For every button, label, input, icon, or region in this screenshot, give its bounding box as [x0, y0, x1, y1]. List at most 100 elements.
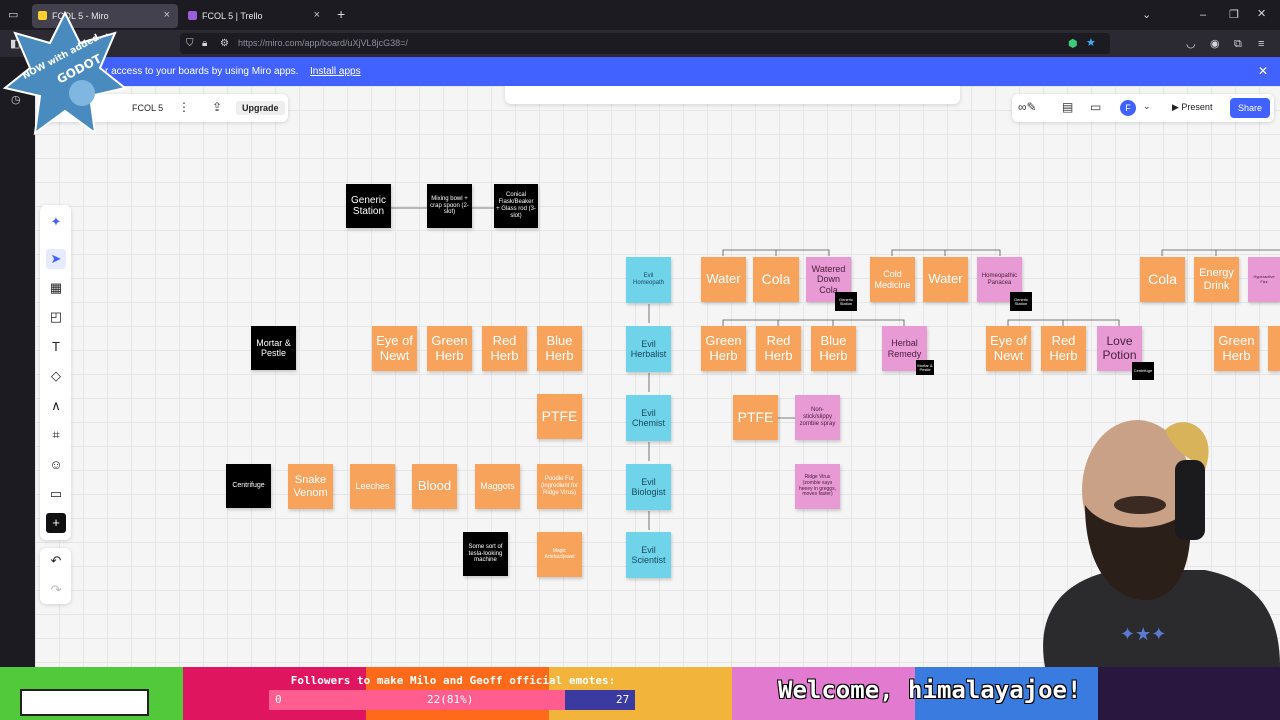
note-red-herb[interactable]: Red Herb [1041, 326, 1086, 371]
note-maggots[interactable]: Maggots [475, 464, 520, 509]
permissions-icon[interactable]: ⚙ [220, 37, 229, 51]
sparkle-icon[interactable]: ✦ [46, 212, 66, 232]
undo-icon[interactable]: ↶ [46, 551, 66, 571]
top-search-panel [505, 86, 960, 104]
upgrade-button[interactable]: Upgrade [236, 101, 285, 115]
note-centrifuge[interactable]: Centrifuge [226, 464, 271, 508]
note-blue-herb[interactable]: Blue Herb [537, 326, 582, 371]
lock-icon[interactable]: 🔒︎ [202, 37, 207, 51]
note-green-herb[interactable]: Green Herb [1214, 326, 1259, 371]
sticky-note-icon[interactable]: ◰ [46, 307, 66, 327]
close-window-icon[interactable]: ✕ [1257, 7, 1266, 21]
note-evil-chemist[interactable]: Evil Chemist [626, 395, 671, 441]
chevron-down-icon[interactable]: ⌄ [1142, 8, 1151, 22]
text-icon[interactable]: T [46, 337, 66, 357]
frame-icon[interactable]: ⌗ [46, 425, 66, 445]
note-snake-venom[interactable]: Snake Venom [288, 464, 333, 509]
note-hyperactive[interactable]: Hyperactive Fizz [1248, 257, 1280, 302]
note-green-herb[interactable]: Green Herb [701, 326, 746, 371]
note-mixing-bowl[interactable]: Mixing bowl + crap spoon (2-slot) [427, 184, 472, 228]
close-tab-icon[interactable]: × [164, 9, 170, 21]
note-poodle-fur[interactable]: Poodle Fur (ingredient for Ridge Virus) [537, 464, 582, 509]
board-name[interactable]: FCOL 5 [132, 103, 163, 113]
trello-favicon-icon [188, 11, 197, 20]
tab-trello[interactable]: FCOL 5 | Trello × [182, 4, 328, 28]
more-options-icon[interactable]: ⋮ [178, 100, 190, 114]
note-green-herb[interactable]: Green Herb [427, 326, 472, 371]
emoji-icon[interactable]: ☺ [46, 455, 66, 475]
cursor-icon[interactable]: ➤ [46, 249, 66, 269]
follower-goal-fill [269, 690, 566, 710]
goal-start: 0 [275, 693, 282, 706]
address-bar[interactable]: ⛉ 🔒︎ ⚙ https://miro.com/app/board/uXjVL8… [180, 33, 1110, 54]
redo-icon[interactable]: ↷ [46, 580, 66, 600]
collab-toolbar: ∞✎ ▤ ▭ F ⌄ ▶ Present Share [1012, 94, 1274, 122]
video-icon[interactable]: ▭ [1090, 100, 1101, 114]
present-button[interactable]: ▶ Present [1172, 102, 1212, 113]
export-icon[interactable]: ⇪ [212, 100, 222, 114]
add-icon[interactable]: + [46, 513, 66, 533]
note-ridge-virus[interactable]: Ridge Virus (zombie says heeey in greggs… [795, 464, 840, 509]
tag-generic-station[interactable]: Generic Station [835, 292, 857, 311]
note-eye-of-newt[interactable]: Eye of Newt [372, 326, 417, 371]
present-label: Present [1181, 102, 1213, 112]
note-energy-drink[interactable]: Energy Drink [1194, 257, 1239, 302]
extension-icon[interactable]: ⬢ [1068, 37, 1078, 51]
note-conical-flask[interactable]: Conical Flask/Beaker + Glass rod (3-slot… [494, 184, 538, 228]
minimize-icon[interactable]: – [1200, 8, 1206, 22]
pen-icon[interactable]: ∧ [46, 396, 66, 416]
note-ptfe[interactable]: PTFE [537, 394, 582, 439]
note-zombie-spray[interactable]: Non-stick/slippy zombie spray [795, 395, 840, 440]
note-evil-biologist[interactable]: Evil Biologist [626, 464, 671, 510]
note-ptfe[interactable]: PTFE [733, 395, 778, 440]
account-icon[interactable]: ◉ [1210, 37, 1220, 51]
comment-icon[interactable]: ▭ [46, 484, 66, 504]
tracking-shield-icon[interactable]: ⛉ [186, 37, 194, 51]
share-button[interactable]: Share [1230, 98, 1270, 118]
note-blood[interactable]: Blood [412, 464, 457, 509]
note-red-herb[interactable]: Red Herb [756, 326, 801, 371]
overlay-blank-box [20, 689, 149, 716]
restore-icon[interactable]: ❐ [1229, 8, 1239, 22]
note-cola[interactable]: Cola [753, 257, 799, 302]
tag-mortar-pestle[interactable]: Mortar & Pestle [916, 360, 934, 375]
note-red-herb[interactable]: Red Herb [482, 326, 527, 371]
reactions-icon[interactable]: ∞✎ [1018, 100, 1037, 114]
browser-sidebar: ◷ [0, 57, 35, 667]
note-generic-station[interactable]: Generic Station [346, 184, 391, 228]
shapes-icon[interactable]: ◇ [46, 366, 66, 386]
pocket-icon[interactable]: ◡ [1186, 37, 1196, 51]
note-cold-medicine[interactable]: Cold Medicine [870, 257, 915, 302]
note-water[interactable]: Water [701, 257, 746, 302]
chevron-down-icon[interactable]: ⌄ [1143, 101, 1151, 112]
close-tab-icon[interactable]: × [314, 9, 320, 21]
note-tesla-machine[interactable]: Some sort of tesla-looking machine [463, 532, 508, 576]
note-mortar-pestle[interactable]: Mortar & Pestle [251, 326, 296, 370]
install-apps-link[interactable]: Install apps [310, 66, 361, 77]
note-leeches[interactable]: Leeches [350, 464, 395, 509]
note-evil-homeopath[interactable]: Evil Homeopath [626, 257, 671, 303]
extensions-icon[interactable]: ⧉ [1234, 37, 1242, 51]
avatar[interactable]: F [1120, 100, 1136, 116]
note-blue-herb[interactable]: Blue Herb [811, 326, 856, 371]
template-icon[interactable]: ▦ [46, 278, 66, 298]
new-tab-icon[interactable]: + [337, 7, 345, 21]
menu-icon[interactable]: ≡ [1258, 37, 1264, 51]
note-cola[interactable]: Cola [1140, 257, 1185, 302]
note-partial[interactable] [1268, 326, 1280, 371]
tag-generic-station[interactable]: Generic Station [1010, 292, 1032, 311]
tag-centrifuge[interactable]: Centrifuge [1132, 362, 1154, 380]
note-magic-artefact[interactable]: Magic Artefact/jewel [537, 532, 582, 577]
note-evil-scientist[interactable]: Evil Scientist [626, 532, 671, 578]
close-icon[interactable]: ✕ [1258, 64, 1268, 78]
welcome-message: Welcome, himalayajoe! [778, 676, 1082, 704]
note-evil-herbalist[interactable]: Evil Herbalist [626, 326, 671, 372]
follower-goal-label: Followers to make Milo and Geoff officia… [290, 674, 616, 687]
note-eye-of-newt[interactable]: Eye of Newt [986, 326, 1031, 371]
install-apps-banner: r access to your boards by using Miro ap… [35, 57, 1280, 86]
banner-text: r access to your boards by using Miro ap… [105, 66, 299, 77]
browser-tab-bar: ▭ FCOL 5 - Miro × FCOL 5 | Trello × + ⌄ … [0, 0, 1280, 30]
bookmark-star-icon[interactable]: ★ [1086, 36, 1096, 50]
chat-icon[interactable]: ▤ [1062, 100, 1073, 114]
note-water[interactable]: Water [923, 257, 968, 302]
